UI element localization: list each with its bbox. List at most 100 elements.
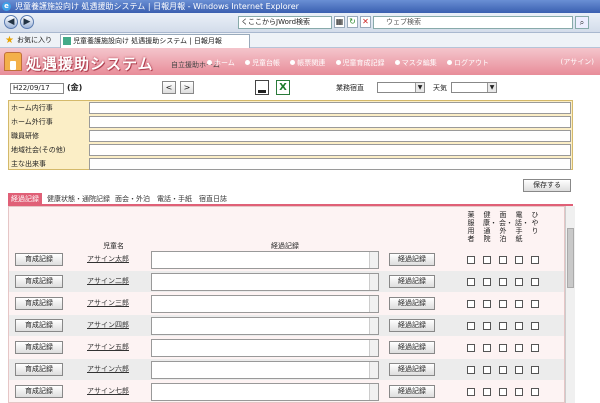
excel-icon[interactable]: X: [276, 80, 290, 95]
child-name-link[interactable]: アサイン六郎: [87, 364, 129, 374]
progress-record-textarea[interactable]: [151, 383, 379, 401]
next-day-button[interactable]: >: [180, 81, 194, 94]
row-checkbox[interactable]: [499, 322, 507, 330]
note-input[interactable]: [89, 158, 571, 170]
row-checkbox[interactable]: [499, 388, 507, 396]
row-checkbox[interactable]: [531, 278, 539, 286]
progress-record-button[interactable]: 経過記録: [389, 275, 435, 288]
progress-record-textarea[interactable]: [151, 317, 379, 335]
compat-icon[interactable]: ▦: [334, 16, 345, 28]
progress-record-textarea[interactable]: [151, 295, 379, 313]
row-checkbox[interactable]: [531, 300, 539, 308]
row-checkbox[interactable]: [499, 256, 507, 264]
note-input[interactable]: [89, 102, 571, 114]
progress-record-button[interactable]: 経過記録: [389, 319, 435, 332]
row-checkbox[interactable]: [531, 366, 539, 374]
stop-icon[interactable]: ✕: [360, 16, 371, 28]
nav-forms[interactable]: 帳票関連: [290, 59, 325, 67]
row-checkbox[interactable]: [467, 344, 475, 352]
progress-record-textarea[interactable]: [151, 361, 379, 379]
growth-record-button[interactable]: 育成記録: [15, 363, 63, 376]
row-checkbox[interactable]: [467, 322, 475, 330]
growth-record-button[interactable]: 育成記録: [15, 319, 63, 332]
search-input[interactable]: ウェブ検索: [373, 16, 573, 29]
nav-children-ledger[interactable]: 児童台帳: [245, 59, 280, 67]
row-checkbox[interactable]: [483, 256, 491, 264]
favorites-label[interactable]: お気に入り: [17, 33, 52, 48]
textarea-scrollbar[interactable]: [369, 362, 378, 378]
duty-select[interactable]: ▼: [377, 82, 425, 93]
child-name-link[interactable]: アサイン二郎: [87, 276, 129, 286]
textarea-scrollbar[interactable]: [369, 318, 378, 334]
child-name-link[interactable]: アサイン三郎: [87, 298, 129, 308]
row-checkbox[interactable]: [515, 388, 523, 396]
row-checkbox[interactable]: [467, 366, 475, 374]
note-input[interactable]: [89, 130, 571, 142]
progress-record-button[interactable]: 経過記録: [389, 297, 435, 310]
row-checkbox[interactable]: [515, 256, 523, 264]
row-checkbox[interactable]: [499, 344, 507, 352]
textarea-scrollbar[interactable]: [369, 384, 378, 400]
textarea-scrollbar[interactable]: [369, 296, 378, 312]
growth-record-button[interactable]: 育成記録: [15, 275, 63, 288]
growth-record-button[interactable]: 育成記録: [15, 341, 63, 354]
child-name-link[interactable]: アサイン七郎: [87, 386, 129, 396]
textarea-scrollbar[interactable]: [369, 274, 378, 290]
refresh-icon[interactable]: ↻: [347, 16, 358, 28]
progress-record-button[interactable]: 経過記録: [389, 385, 435, 398]
row-checkbox[interactable]: [483, 300, 491, 308]
note-input[interactable]: [89, 116, 571, 128]
child-name-link[interactable]: アサイン四郎: [87, 320, 129, 330]
row-checkbox[interactable]: [531, 344, 539, 352]
progress-record-button[interactable]: 経過記録: [389, 363, 435, 376]
tab-health[interactable]: 健康状態・通院記録: [44, 193, 113, 206]
row-checkbox[interactable]: [467, 256, 475, 264]
print-icon[interactable]: [255, 80, 269, 95]
row-checkbox[interactable]: [499, 366, 507, 374]
tab-phone-letters[interactable]: 電話・手紙: [154, 193, 195, 206]
row-checkbox[interactable]: [515, 366, 523, 374]
child-name-link[interactable]: アサイン五郎: [87, 342, 129, 352]
nav-growth-records[interactable]: 児童育成記録: [335, 59, 385, 67]
row-checkbox[interactable]: [467, 300, 475, 308]
row-checkbox[interactable]: [467, 388, 475, 396]
growth-record-button[interactable]: 育成記録: [15, 385, 63, 398]
growth-record-button[interactable]: 育成記録: [15, 297, 63, 310]
row-checkbox[interactable]: [499, 300, 507, 308]
address-input[interactable]: くここからJWord検索: [238, 16, 332, 29]
row-checkbox[interactable]: [515, 278, 523, 286]
row-checkbox[interactable]: [499, 278, 507, 286]
progress-record-textarea[interactable]: [151, 339, 379, 357]
row-checkbox[interactable]: [515, 322, 523, 330]
textarea-scrollbar[interactable]: [369, 340, 378, 356]
progress-record-button[interactable]: 経過記録: [389, 341, 435, 354]
vertical-scrollbar[interactable]: [565, 206, 575, 403]
browser-tab[interactable]: 児童養護施設向け 処遇援助システム | 日報月報: [60, 34, 250, 48]
search-icon[interactable]: ⌕: [575, 16, 589, 29]
row-checkbox[interactable]: [483, 344, 491, 352]
textarea-scrollbar[interactable]: [369, 252, 378, 268]
progress-record-textarea[interactable]: [151, 251, 379, 269]
row-checkbox[interactable]: [483, 278, 491, 286]
row-checkbox[interactable]: [531, 388, 539, 396]
row-checkbox[interactable]: [531, 256, 539, 264]
row-checkbox[interactable]: [515, 344, 523, 352]
back-icon[interactable]: ◀: [4, 15, 18, 29]
forward-icon[interactable]: ▶: [20, 15, 34, 29]
star-icon[interactable]: ★: [5, 34, 14, 47]
progress-record-button[interactable]: 経過記録: [389, 253, 435, 266]
growth-record-button[interactable]: 育成記録: [15, 253, 63, 266]
nav-master-edit[interactable]: マスタ編集: [394, 59, 437, 67]
tab-night-duty[interactable]: 宿直日誌: [196, 193, 230, 206]
row-checkbox[interactable]: [483, 322, 491, 330]
row-checkbox[interactable]: [515, 300, 523, 308]
prev-day-button[interactable]: <: [162, 81, 176, 94]
weather-select[interactable]: ▼: [451, 82, 497, 93]
row-checkbox[interactable]: [531, 322, 539, 330]
tab-progress-record[interactable]: 経過記録: [8, 193, 42, 206]
save-button[interactable]: 保存する: [523, 179, 571, 192]
row-checkbox[interactable]: [467, 278, 475, 286]
tab-visits[interactable]: 面会・外泊: [112, 193, 153, 206]
row-checkbox[interactable]: [483, 388, 491, 396]
row-checkbox[interactable]: [483, 366, 491, 374]
